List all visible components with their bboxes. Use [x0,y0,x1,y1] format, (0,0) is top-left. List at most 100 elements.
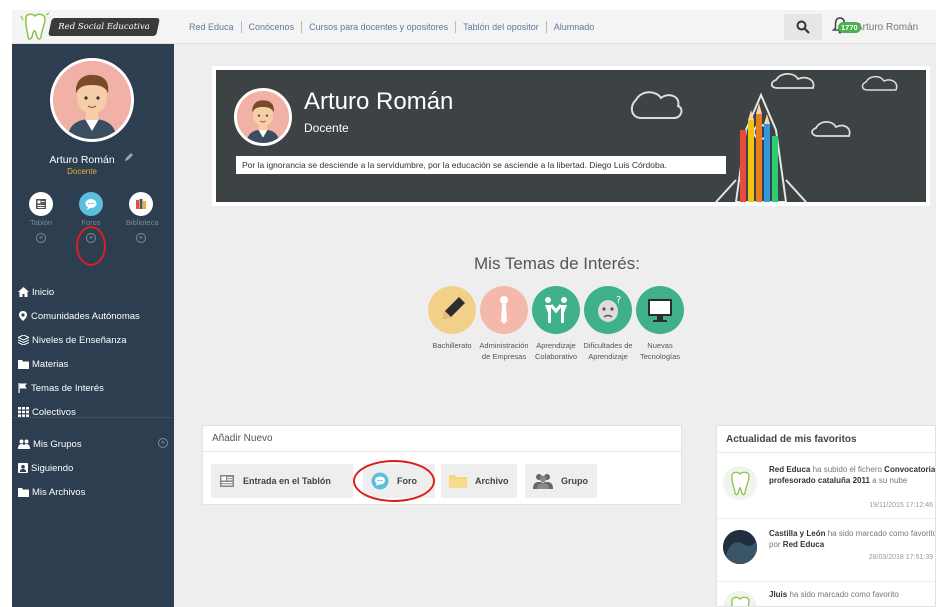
edit-pencil-icon[interactable] [124,152,134,162]
interests-title: Mis Temas de Interés: [474,254,640,273]
add-button-label: Archivo [475,476,509,486]
interest-topic[interactable]: Administración de Empresas [476,286,532,362]
interest-topic[interactable]: Bachillerato [424,286,480,351]
map-marker-icon [19,311,27,321]
quick-tablon[interactable]: Tablón + [26,192,56,243]
tooth-logo-icon [20,12,50,40]
red-highlight-circle-foros [76,226,106,266]
app-window: Red Social Educativa Red Educa Conócenos… [0,0,936,607]
add-button-label: Grupo [561,476,588,486]
interest-topic-label: Bachillerato [432,341,472,350]
add-new-panel: Añadir Nuevo Entrada en el Tablón Foro A… [202,425,683,505]
user-avatar-illustration [53,61,131,139]
flag-icon [18,383,27,393]
red-educa-avatar [723,466,757,500]
sidebar-item-materias[interactable]: Materias [18,352,140,376]
sidebar: Arturo Román Docente Tablón + Foros + Bi… [12,44,174,607]
sidebar-item-label: Mis Archivos [32,486,86,498]
panel-divider [203,451,683,452]
sidebar-item-mis-archivos[interactable]: Mis Archivos [18,480,168,504]
pencil-icon [428,286,476,334]
cover-avatar[interactable] [234,88,292,146]
add-tablon-entry-button[interactable]: Entrada en el Tablón [211,464,353,498]
interest-topic[interactable]: Aprendizaje Colaborativo [528,286,584,362]
sidebar-divider [12,417,174,418]
sidebar-user-role: Docente [67,167,97,176]
feed-date: 28/03/2018 17:51:39 [868,554,933,561]
sidebar-item-label: Temas de Interés [31,382,104,394]
chat-bubble-icon [79,192,103,216]
monitor-icon [636,286,684,334]
add-new-title: Añadir Nuevo [212,433,273,444]
add-archivo-button[interactable]: Archivo [441,464,517,498]
add-group-plus-icon[interactable]: + [158,438,168,448]
main-content: Arturo Román Docente Por la ignorancia s… [174,44,936,607]
add-grupo-button[interactable]: Grupo [525,464,597,498]
sidebar-item-colectivos[interactable]: Colectivos [18,400,140,424]
profile-cover: Arturo Román Docente Por la ignorancia s… [212,66,930,206]
home-icon [18,287,29,297]
nav-conocenos[interactable]: Conócenos [242,21,303,33]
sidebar-item-niveles[interactable]: Niveles de Enseñanza [18,328,140,352]
logo-banner: Red Social Educativa [48,18,160,36]
sidebar-item-label: Inicio [32,286,55,298]
interest-topic-label: Aprendizaje Colaborativo [534,341,578,361]
feed-text: Red Educa ha subido el fichero Convocato… [769,465,936,485]
sidebar-item-inicio[interactable]: Inicio [18,280,140,304]
contact-card-icon [18,463,28,473]
search-icon [796,20,810,34]
favorites-feed: Actualidad de mis favoritos Red Educa ha… [716,425,936,607]
feed-item[interactable]: Red Educa ha subido el fichero Convocato… [723,464,936,512]
sidebar-item-label: Comunidades Autónomas [31,310,140,322]
add-tablon-plus-icon[interactable]: + [36,233,46,243]
folder-icon [18,488,29,497]
nav-red-educa[interactable]: Red Educa [182,21,242,33]
sidebar-item-siguiendo[interactable]: Siguiendo [18,456,168,480]
notification-count-badge: 1770 [838,22,861,33]
layers-icon [18,335,29,345]
interest-topic[interactable]: ? Dificultades de Aprendizaje [580,286,636,362]
feed-item[interactable]: Castilla y León ha sido marcado como fav… [723,528,936,574]
header-user-name[interactable]: Arturo Román [856,22,918,33]
sidebar-menu-personal: Mis Grupos + Siguiendo Mis Archivos [18,432,168,504]
quick-tablon-label: Tablón [29,218,53,227]
profile-role: Docente [304,121,349,135]
sidebar-item-mis-grupos[interactable]: Mis Grupos + [18,432,168,456]
feed-text: Castilla y León ha sido marcado como fav… [769,529,936,549]
folder-icon [18,360,29,369]
castilla-leon-avatar [723,530,757,564]
books-icon [129,192,153,216]
sidebar-item-temas[interactable]: Temas de Interés [18,376,140,400]
feed-date: 19/11/2015 17:12:46 [869,502,933,509]
user-avatar-illustration [237,91,289,143]
jluis-avatar [723,591,757,606]
nav-alumnado[interactable]: Alumnado [547,21,602,33]
interest-topic-label: Dificultades de Aprendizaje [583,341,633,361]
search-button[interactable] [784,14,822,40]
site-logo[interactable]: Red Social Educativa [20,12,160,42]
interest-topic-label: Administración de Empresas [479,341,529,361]
notifications-button[interactable]: 1770 [831,16,861,38]
newspaper-icon [220,475,234,487]
add-biblioteca-plus-icon[interactable]: + [136,233,146,243]
add-button-label: Entrada en el Tablón [243,476,331,486]
svg-text:?: ? [616,295,621,306]
panel-divider [717,452,935,453]
group-icon [533,474,553,489]
grid-icon [18,407,29,417]
quick-biblioteca[interactable]: Biblioteca + [126,192,159,243]
feed-text: Jluis ha sido marcado como favorito [769,590,899,599]
top-bar: Red Social Educativa Red Educa Conócenos… [12,10,936,44]
interest-topic[interactable]: Nuevas Tecnologías [632,286,688,362]
sidebar-item-label: Materias [32,358,69,370]
quick-biblioteca-label: Biblioteca [126,218,159,227]
nav-cursos[interactable]: Cursos para docentes y opositores [302,21,457,33]
sidebar-item-comunidades[interactable]: Comunidades Autónomas [18,304,140,328]
nav-tablon-opositor[interactable]: Tablón del opositor [456,21,547,33]
sidebar-item-label: Colectivos [32,406,76,418]
face-question-icon: ? [584,286,632,334]
favorites-title: Actualidad de mis favoritos [726,434,857,445]
avatar[interactable] [50,58,134,142]
feed-item[interactable]: Jluis ha sido marcado como favorito [723,589,935,606]
newspaper-icon [29,192,53,216]
